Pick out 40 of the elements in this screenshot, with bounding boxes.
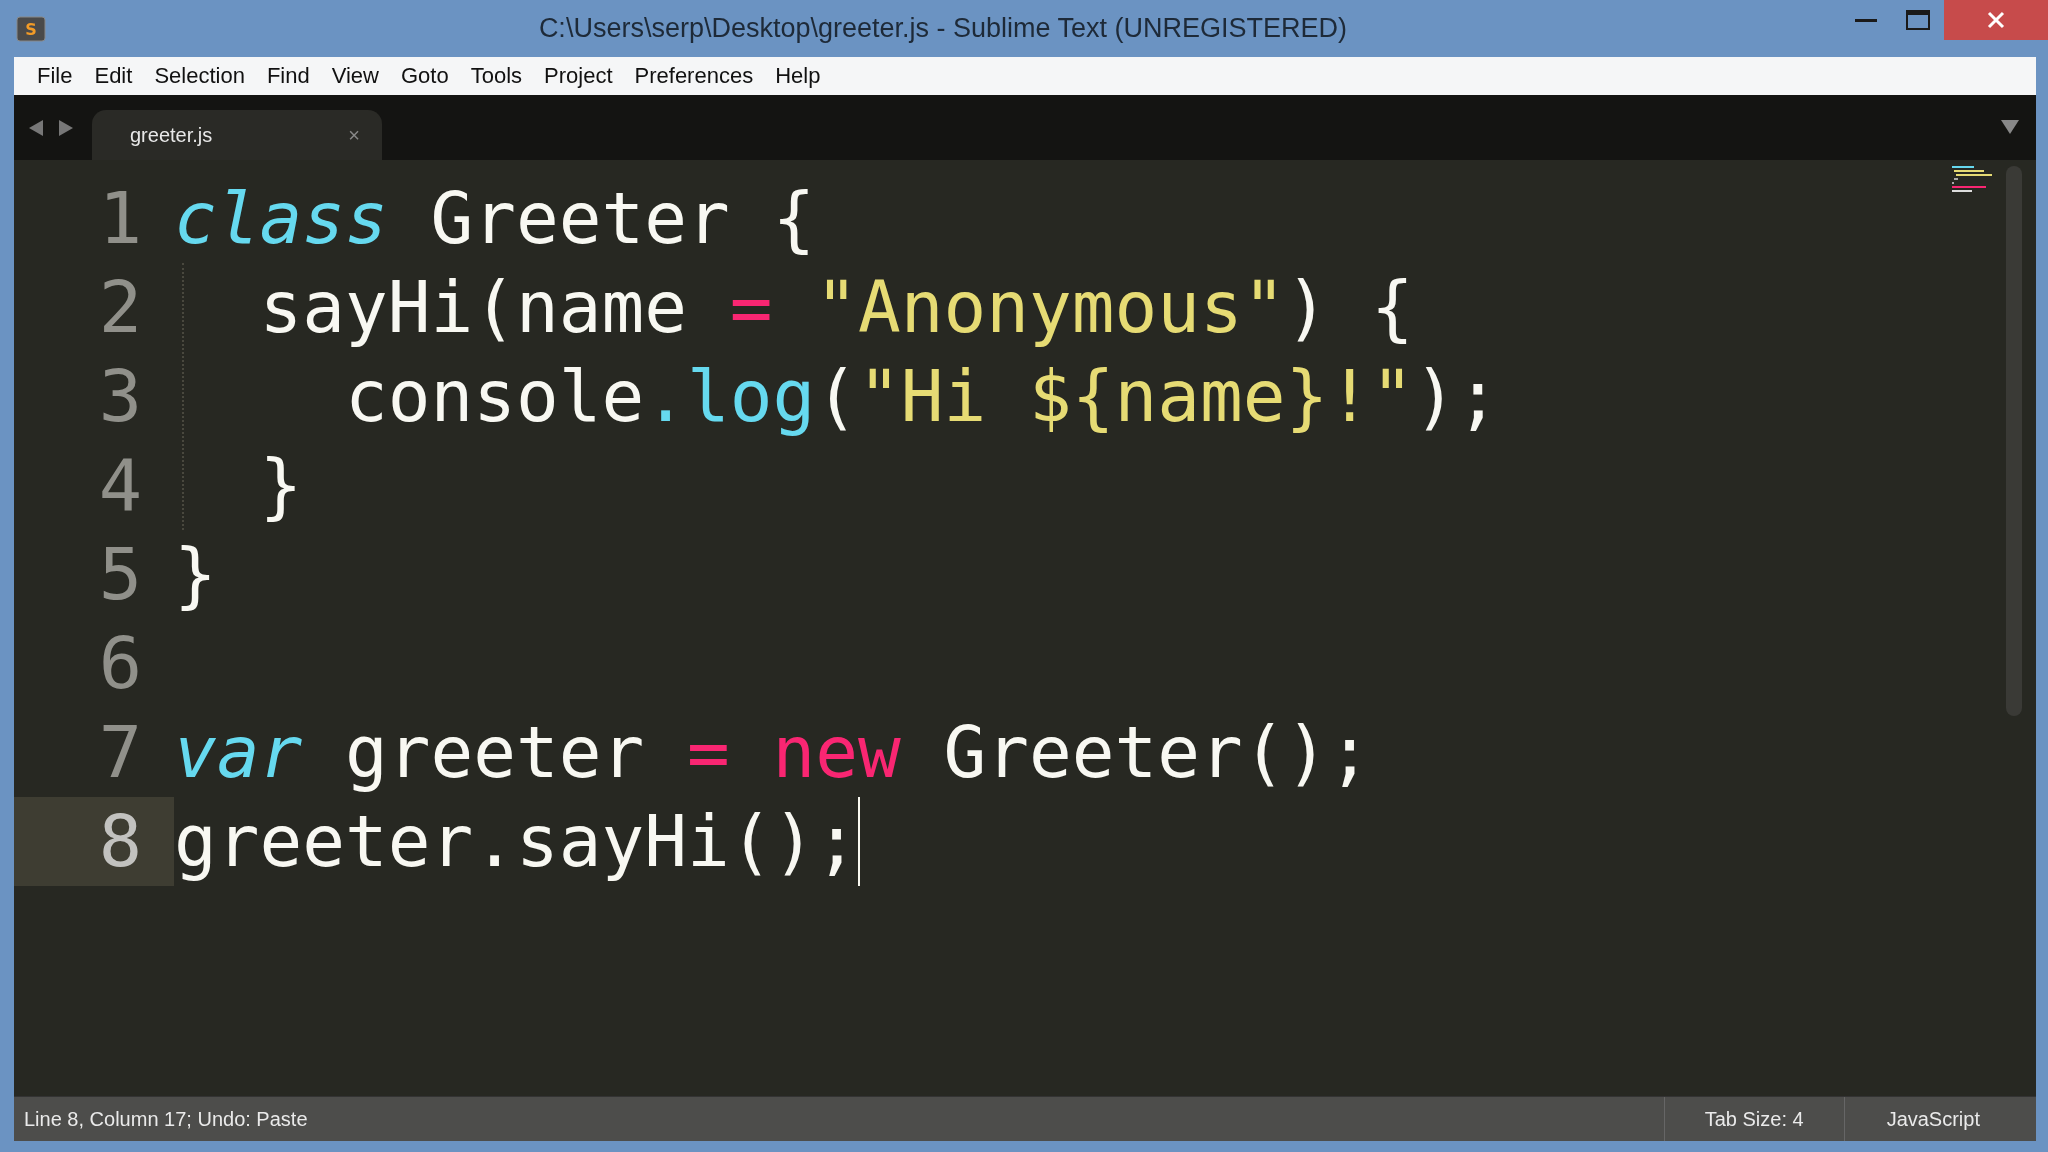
syntax-status[interactable]: JavaScript [1886,1107,1980,1131]
cursor-position-status: Line 8, Column 17; Undo: Paste [23,1107,309,1131]
tab-close-button[interactable]: × [348,123,360,147]
menu-item[interactable]: Preferences [623,63,765,89]
app-logo-icon: S [16,15,46,42]
tab-label: greeter.js [130,123,213,147]
menu-item[interactable]: Goto [390,63,460,89]
forward-arrow-icon[interactable] [58,118,74,137]
back-arrow-icon[interactable] [28,118,44,137]
code-line: } [258,443,303,529]
line-number: 3 [97,353,143,440]
line-number: 4 [97,442,143,529]
line-number: 5 [97,531,143,618]
line-number: 2 [97,264,143,351]
line-number: 1 [97,175,143,262]
code-line: console.log("Hi ${name}!"); [343,354,1500,440]
code-line: } [174,532,217,618]
menu-item[interactable]: Selection [143,63,256,89]
code-line: class Greeter { [174,176,816,262]
code-line: sayHi(name = "Anonymous") { [258,265,1414,351]
dropdown-icon[interactable] [2000,119,2020,135]
menu-item[interactable]: View [320,63,390,89]
menu-item[interactable]: Help [764,63,832,89]
code-line: var greeter = new Greeter(); [174,710,1371,796]
close-icon [1987,11,2005,29]
menu-item[interactable]: Edit [83,63,144,89]
minimize-icon [1855,18,1877,22]
line-number: 7 [97,709,143,796]
menu-item[interactable]: Tools [459,63,534,89]
menu-item[interactable]: Project [533,63,624,89]
line-number: 6 [97,620,143,707]
line-number: 8 [14,797,174,886]
file-tab[interactable]: greeter.js × [92,110,382,160]
code-line: greeter.sayHi(); [174,799,858,885]
menu-item[interactable]: File [26,63,84,89]
maximize-icon [1906,10,1930,30]
tab-size-status[interactable]: Tab Size: 4 [1704,1107,1804,1131]
menu-item[interactable]: Find [255,63,321,89]
close-button[interactable] [1944,0,2048,40]
window-title: C:\Users\serp\Desktop\greeter.js - Sublime Text (UNREGISTERED) [537,13,1349,44]
